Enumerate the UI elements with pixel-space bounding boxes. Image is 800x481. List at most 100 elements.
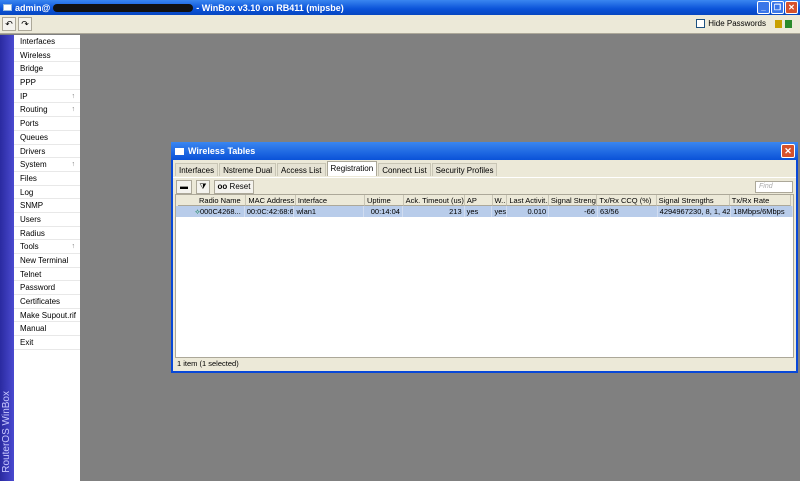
column-header[interactable]: MAC Address <box>246 195 296 206</box>
reset-button[interactable]: oo Reset <box>214 180 254 194</box>
sidebar-item-routing[interactable]: Routing ↑ <box>14 103 80 118</box>
sidebar-item-ip[interactable]: IP ↑ <box>14 90 80 104</box>
sidebar-item-label: New Terminal <box>20 256 69 265</box>
undo-icon[interactable]: ↶ <box>2 17 16 31</box>
sidebar-item-label: Routing <box>20 105 48 115</box>
sidebar-item-label: Manual <box>20 324 47 334</box>
table-cell: ⟡000C4268... <box>176 206 245 217</box>
sidebar-item-make-supout-rif[interactable]: Make Supout.rif <box>14 309 80 323</box>
sidebar-item-label: PPP <box>20 78 37 88</box>
app-titlebar: admin@ - WinBox v3.10 on RB411 (mipsbe) … <box>0 0 800 15</box>
column-menu-icon[interactable]: ▼ <box>791 195 793 206</box>
registration-table: Radio Name MAC Address Interface Uptime Ack.… <box>175 194 794 358</box>
table-cell: -66 <box>549 206 598 217</box>
sidebar-item-ppp[interactable]: PPP <box>14 76 80 90</box>
submenu-arrow-icon: ↑ <box>71 161 76 169</box>
submenu-arrow-icon: ↑ <box>71 106 76 114</box>
tab-access-list[interactable]: Access List <box>277 163 326 176</box>
sidebar-item-radius[interactable]: Radius <box>14 227 80 241</box>
main-toolbar: ↶ ↷ Hide Passwords <box>0 15 800 34</box>
sidebar-item-manual[interactable]: Manual <box>14 322 80 337</box>
sidebar-item-label: Telnet <box>20 269 42 279</box>
winbox-icon <box>3 4 12 11</box>
restore-button[interactable]: ❐ <box>771 1 784 14</box>
column-header[interactable]: Uptime <box>365 195 404 206</box>
sidebar-item-tools[interactable]: Tools ↑ <box>14 240 80 254</box>
minimize-button[interactable]: _ <box>757 1 770 14</box>
table-cell: wlan1 <box>294 206 365 217</box>
lock-icon <box>775 19 782 28</box>
column-header[interactable]: AP <box>464 195 493 206</box>
sidebar-item-label: Radius <box>20 228 45 238</box>
column-header[interactable]: Ack. Timeout (us) <box>403 195 465 206</box>
tab-interfaces[interactable]: Interfaces <box>175 163 219 176</box>
sidebar-item-files[interactable]: Files <box>14 172 80 186</box>
sidebar-item-ports[interactable]: Ports <box>14 117 80 131</box>
sidebar-item-label: Ports <box>20 119 39 129</box>
sidebar-item-label: System <box>20 160 47 170</box>
title-suffix: - WinBox v3.10 on RB411 (mipsbe) <box>196 2 344 13</box>
window-close-button[interactable]: ✕ <box>781 144 795 158</box>
sidebar-item-label: IP <box>20 91 28 101</box>
sidebar-item-exit[interactable]: Exit <box>14 336 80 350</box>
window-icon <box>175 147 184 155</box>
column-header[interactable]: Last Activit... <box>507 195 549 206</box>
sidebar-menu: Interfaces Wireless Bridge PPP IP ↑ Routing ↑ Po… <box>14 35 80 481</box>
column-header[interactable]: Signal Strengt... <box>548 195 598 206</box>
sidebar-item-users[interactable]: Users <box>14 213 80 227</box>
column-header[interactable]: Interface <box>295 195 366 206</box>
tab-nstreme-dual[interactable]: Nstreme Dual <box>219 163 277 176</box>
brand-label: RouterOS WinBox <box>1 391 12 473</box>
sidebar-item-snmp[interactable]: SNMP <box>14 199 80 213</box>
tab-security-profiles[interactable]: Security Profiles <box>431 163 498 176</box>
redo-icon[interactable]: ↷ <box>18 17 32 31</box>
sidebar-item-label: Tools <box>20 242 39 252</box>
sidebar-item-label: Queues <box>20 132 49 142</box>
title-prefix: admin@ <box>15 2 51 13</box>
sidebar-item-drivers[interactable]: Drivers <box>14 145 80 159</box>
sidebar-item-label: Password <box>20 283 56 293</box>
sidebar-item-new-terminal[interactable]: New Terminal <box>14 254 80 268</box>
sidebar-item-log[interactable]: Log <box>14 186 80 200</box>
table-cell: 4294967230, 8, 1, 42... <box>659 206 732 217</box>
hide-passwords-label: Hide Passwords <box>708 19 766 28</box>
remove-button[interactable]: ▬ <box>176 180 192 194</box>
sidebar-item-queues[interactable]: Queues <box>14 131 80 145</box>
table-row[interactable]: ⟡000C4268...00:0C:42:68:6A:B1wlan100:14:… <box>176 206 793 217</box>
sidebar-item-system[interactable]: System ↑ <box>14 158 80 172</box>
status-icon <box>785 19 792 28</box>
sidebar-item-label: Users <box>20 214 41 224</box>
redacted-host <box>53 3 194 12</box>
sidebar-item-label: Interfaces <box>20 37 56 46</box>
filter-button[interactable]: ⧩ <box>196 180 210 194</box>
table-cell: 18Mbps/6Mbps <box>731 206 793 217</box>
tab-connect-list[interactable]: Connect List <box>378 163 431 176</box>
column-header[interactable]: Tx/Rx CCQ (%) <box>597 195 657 206</box>
sidebar-item-interfaces[interactable]: Interfaces <box>14 35 80 49</box>
sidebar-item-label: Make Supout.rif <box>20 310 77 320</box>
sidebar-item-label: Certificates <box>20 297 61 307</box>
close-button[interactable]: ✕ <box>785 1 798 14</box>
table-cell: 00:0C:42:68:6A:B1 <box>246 206 295 217</box>
sidebar-item-label: Bridge <box>20 64 44 74</box>
tab-registration[interactable]: Registration <box>326 161 378 176</box>
column-header[interactable]: W... <box>492 195 508 206</box>
column-header[interactable]: Radio Name <box>178 195 247 206</box>
cell-text: 000C4268... <box>199 207 241 216</box>
column-header[interactable]: Tx/Rx Rate <box>729 195 791 206</box>
sidebar-item-label: Exit <box>20 338 34 348</box>
hide-passwords-checkbox[interactable] <box>696 19 706 28</box>
table-cell: 00:14:04 <box>364 206 403 217</box>
table-cell: 213 <box>403 206 465 217</box>
sidebar-item-password[interactable]: Password <box>14 281 80 296</box>
wireless-tables-window: Wireless Tables ✕ Interfaces Nstreme Dual A… <box>171 142 798 373</box>
sidebar-item-label: SNMP <box>20 201 44 211</box>
table-cell: 63/56 <box>598 206 658 217</box>
table-cell: yes <box>465 206 493 217</box>
sidebar-item-wireless[interactable]: Wireless <box>14 49 80 63</box>
sidebar-item-telnet[interactable]: Telnet <box>14 268 80 282</box>
find-input[interactable]: Find <box>755 181 793 193</box>
column-header[interactable]: Signal Strengths <box>656 195 730 206</box>
sidebar-item-certificates[interactable]: Certificates <box>14 295 80 309</box>
sidebar-item-bridge[interactable]: Bridge <box>14 62 80 77</box>
